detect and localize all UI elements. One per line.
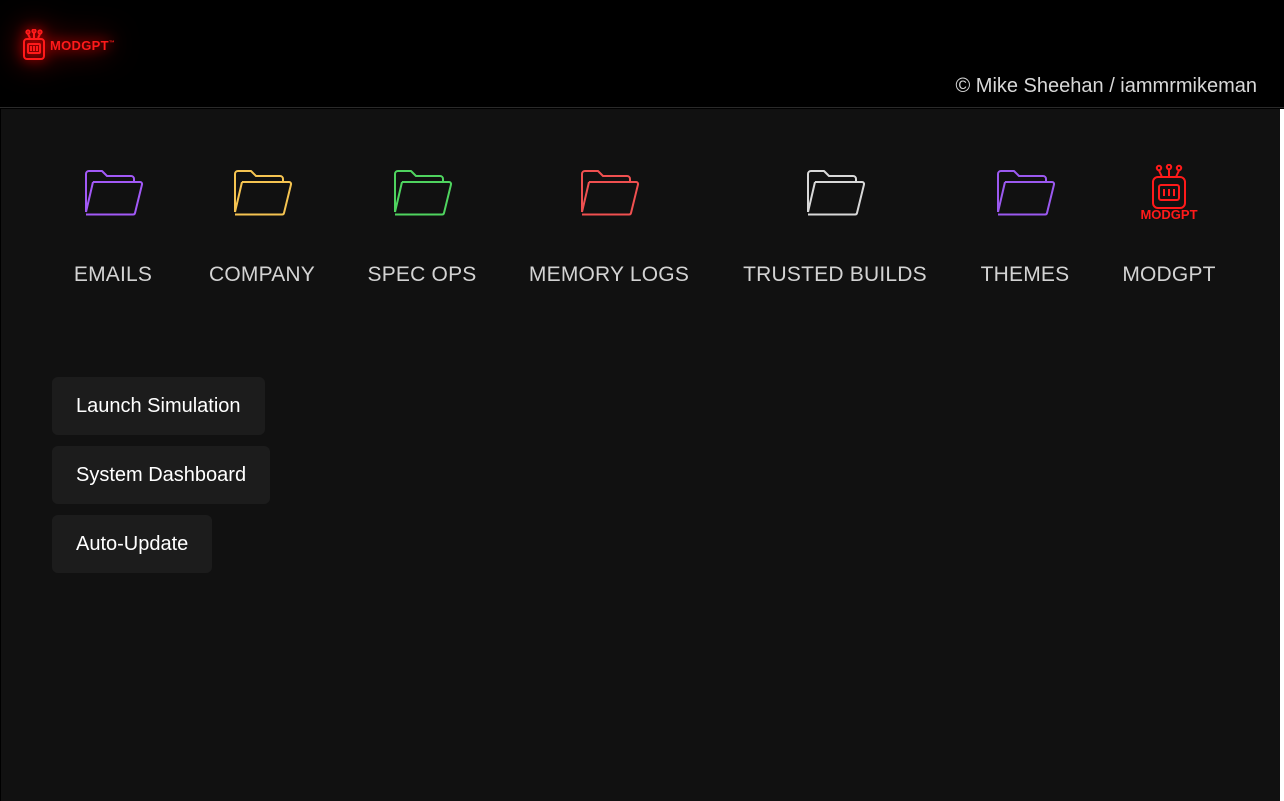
- desktop-item-label: SPEC OPS: [367, 263, 477, 286]
- desktop-item-label: THEMES: [980, 263, 1070, 286]
- robot-logo-icon: [23, 29, 45, 60]
- auto-update-button[interactable]: Auto-Update: [52, 515, 213, 573]
- desktop-item-trusted-builds[interactable]: TRUSTED BUILDS: [739, 161, 931, 287]
- system-dashboard-button[interactable]: System Dashboard: [52, 446, 271, 504]
- desktop-item-label: COMPANY: [208, 263, 316, 286]
- desktop-item-memory-logs[interactable]: MEMORY LOGS: [525, 161, 693, 287]
- folder-icon: [81, 161, 145, 225]
- desktop-item-label: EMAILS: [73, 263, 153, 286]
- launch-simulation-button[interactable]: Launch Simulation: [52, 377, 265, 435]
- folder-icon: [577, 161, 641, 225]
- desktop-item-label: TRUSTED BUILDS: [743, 263, 927, 286]
- author-credit: © Mike Sheehan / iammrmikeman: [955, 75, 1257, 97]
- desktop-item-spec-ops[interactable]: SPEC OPS: [365, 161, 479, 287]
- desktop-area: EMAILS COMPANY SPEC OPS MEMORY LOGS TRUS…: [1, 109, 1280, 801]
- desktop-item-themes[interactable]: THEMES: [978, 161, 1072, 287]
- folder-icon: [803, 161, 867, 225]
- window-edge: [1280, 109, 1284, 801]
- desktop-item-label: MODGPT: [1122, 263, 1216, 286]
- folder-icon: [230, 161, 294, 225]
- modgpt-icon-text: MODGPT: [1140, 207, 1198, 222]
- desktop-item-label: MEMORY LOGS: [528, 263, 690, 286]
- desktop-item-company[interactable]: COMPANY: [206, 161, 318, 287]
- desktop-item-modgpt[interactable]: MODGPT MODGPT: [1120, 161, 1218, 287]
- top-bar: MODGPT™ © Mike Sheehan / iammrmikeman: [0, 0, 1284, 108]
- folder-icon: [390, 161, 454, 225]
- desktop-item-emails[interactable]: EMAILS: [69, 161, 157, 287]
- modgpt-robot-icon: MODGPT: [1137, 161, 1201, 225]
- folder-icon: [993, 161, 1057, 225]
- modgpt-logo[interactable]: MODGPT™: [22, 28, 115, 62]
- logo-text: MODGPT™: [50, 37, 116, 53]
